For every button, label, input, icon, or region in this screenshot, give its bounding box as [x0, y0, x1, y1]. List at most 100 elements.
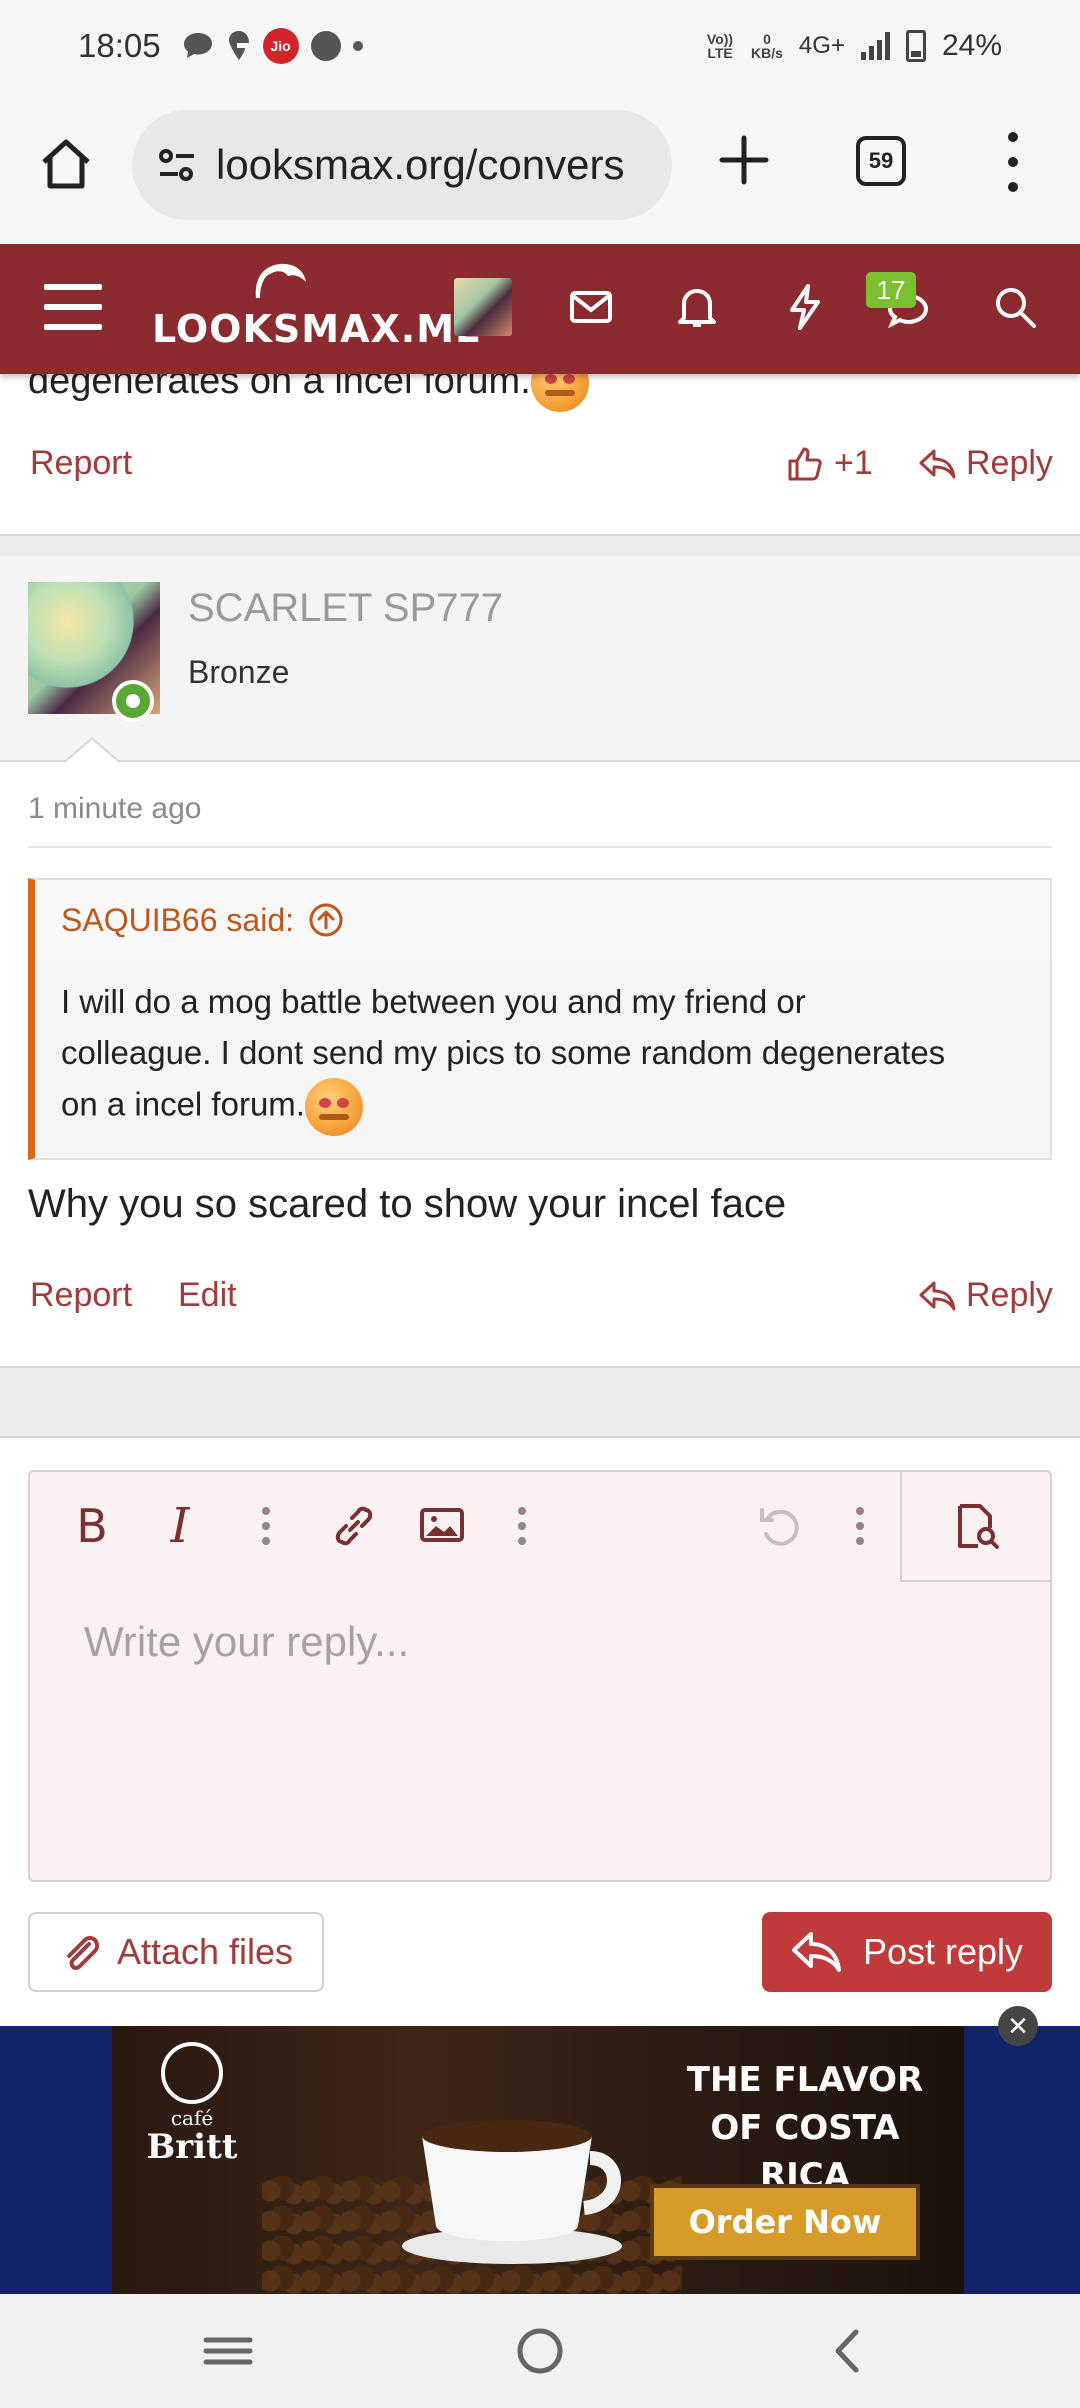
- quote-line-2: colleague. I dont send my pics to some r…: [61, 1034, 946, 1071]
- signal-icon: [860, 32, 890, 60]
- report-label: Report: [30, 444, 133, 482]
- ad-headline: THE FLAVOR OF COSTA RICA: [660, 2056, 950, 2200]
- section-divider: [0, 1366, 1080, 1438]
- preview-icon: [958, 1504, 999, 1549]
- volte-icon: Vo)) LTE: [706, 31, 734, 61]
- reply-icon: [791, 1932, 841, 1972]
- post-actions: Report Edit Reply: [0, 1276, 1080, 1336]
- undo-icon[interactable]: [752, 1498, 808, 1554]
- post-message: Why you so scared to show your incel fac…: [28, 1182, 787, 1226]
- thumbs-up-icon: [788, 447, 822, 480]
- conversations-badge: 17: [866, 272, 916, 308]
- caret: [66, 740, 118, 762]
- attach-files-label: Attach files: [116, 1931, 294, 1972]
- quote-text: I will do a mog battle between you and m…: [61, 976, 1030, 1136]
- notification-icons: Jio: [181, 28, 363, 64]
- reply-input-placeholder[interactable]: Write your reply...: [84, 1618, 409, 1666]
- attach-files-button[interactable]: Attach files: [28, 1912, 324, 1992]
- post-reply-button[interactable]: Post reply: [762, 1912, 1052, 1992]
- edit-link[interactable]: Edit: [178, 1276, 237, 1315]
- site-settings-icon[interactable]: [156, 144, 198, 186]
- post-author-block: SCARLET SP777 Bronze: [0, 556, 1080, 762]
- site-logo[interactable]: LOOKSMAX.ME: [152, 260, 481, 360]
- account-avatar[interactable]: [454, 278, 512, 336]
- edit-label: Edit: [178, 1276, 237, 1314]
- reply-icon: [919, 449, 956, 478]
- chat-bubble-icon: [183, 33, 212, 58]
- bold-button[interactable]: B: [64, 1498, 120, 1554]
- preview-button[interactable]: [900, 1472, 1050, 1582]
- system-icons: Vo)) LTE 0 KB/s 4G+ 24%: [705, 0, 1002, 92]
- url-text[interactable]: looksmax.org/convers: [216, 141, 625, 189]
- advertisement[interactable]: café Britt THE FLAVOR OF COSTA RICA Orde…: [0, 2026, 1080, 2294]
- search-icon[interactable]: [990, 282, 1040, 332]
- arrow-up-circle-icon[interactable]: [308, 902, 344, 938]
- reply-label: Reply: [966, 1276, 1053, 1314]
- reply-link[interactable]: Reply: [918, 444, 1053, 483]
- reply-icon: [919, 1281, 956, 1310]
- recent-apps-icon[interactable]: [198, 2324, 258, 2378]
- compass-icon: [310, 31, 341, 61]
- swiggy-icon: [228, 31, 249, 60]
- network-type: 4G+: [798, 32, 845, 59]
- reply-link[interactable]: Reply: [918, 1276, 1053, 1315]
- link-icon[interactable]: [326, 1498, 382, 1554]
- reply-label: Reply: [966, 444, 1053, 482]
- jio-icon: Jio: [262, 28, 299, 64]
- timestamp-divider: [28, 846, 1052, 848]
- report-link[interactable]: Report: [30, 1276, 132, 1315]
- italic-button[interactable]: I: [152, 1498, 208, 1554]
- like-button[interactable]: +1: [786, 444, 873, 483]
- ad-creative[interactable]: café Britt THE FLAVOR OF COSTA RICA Orde…: [112, 2026, 964, 2294]
- menu-icon[interactable]: [44, 284, 102, 330]
- paperclip-icon: [66, 1935, 99, 1971]
- status-time: 18:05: [78, 27, 161, 64]
- more-editor-options-icon[interactable]: [832, 1498, 888, 1554]
- online-status-icon: [112, 680, 154, 722]
- site-header: LOOKSMAX.ME 17: [0, 244, 1080, 374]
- post-timestamp[interactable]: 1 minute ago: [28, 792, 201, 826]
- address-bar[interactable]: looksmax.org/convers: [132, 110, 672, 220]
- close-ad-icon[interactable]: ✕: [998, 2006, 1038, 2046]
- ad-headline-1: THE FLAVOR: [686, 2060, 924, 2100]
- more-insert-options-icon[interactable]: [494, 1498, 550, 1554]
- brand-name: Britt: [146, 2127, 238, 2167]
- quote-header[interactable]: SAQUIB66 said:: [35, 880, 1050, 960]
- home-nav-icon[interactable]: [510, 2324, 570, 2378]
- more-text-options-icon[interactable]: [238, 1498, 294, 1554]
- quote-line-3: on a incel forum.: [61, 1078, 1030, 1136]
- report-link[interactable]: Report: [30, 444, 132, 483]
- quote-block: SAQUIB66 said: I will do a mog battle be…: [28, 878, 1052, 1160]
- quote-author[interactable]: SAQUIB66 said:: [61, 902, 294, 939]
- report-label: Report: [30, 1276, 133, 1314]
- image-icon[interactable]: [414, 1498, 470, 1554]
- reply-editor[interactable]: B I Write your reply...: [28, 1470, 1052, 1882]
- britt-logo: café Britt: [132, 2042, 252, 2167]
- battery-level: 24%: [941, 29, 1002, 62]
- mail-icon[interactable]: [566, 282, 616, 332]
- bell-icon[interactable]: [672, 282, 722, 332]
- status-bar: 18:05 Jio Vo)) LTE 0 KB/s 4G+ 24%: [0, 0, 1080, 92]
- previous-post-actions: Report +1 Reply: [0, 444, 1080, 504]
- back-icon[interactable]: [818, 2324, 878, 2378]
- more-vert-icon[interactable]: [1006, 132, 1020, 192]
- battery-icon: [905, 30, 926, 62]
- username[interactable]: SCARLET SP777: [188, 586, 503, 631]
- logo-hair-icon: [255, 263, 306, 298]
- data-speed-unit: KB/s: [751, 45, 783, 61]
- emoji-icon: [304, 1078, 363, 1136]
- more-notifications-icon: [352, 41, 363, 51]
- quote-line-3-text: on a incel forum.: [61, 1085, 305, 1123]
- system-nav-bar: [0, 2294, 1080, 2408]
- bolt-icon[interactable]: [780, 282, 830, 332]
- coffee-cup-image: [402, 2120, 622, 2264]
- britt-seal-icon: [161, 2042, 223, 2104]
- home-icon[interactable]: [38, 136, 94, 192]
- user-rank: Bronze: [188, 654, 290, 690]
- tab-switcher-button[interactable]: 59: [856, 136, 906, 186]
- browser-toolbar: looksmax.org/convers 59: [0, 92, 1080, 244]
- new-tab-icon[interactable]: [718, 134, 770, 186]
- post-body: 1 minute ago SAQUIB66 said: I will do a …: [0, 762, 1080, 1366]
- order-now-button[interactable]: Order Now: [650, 2184, 920, 2260]
- like-count: +1: [834, 444, 873, 482]
